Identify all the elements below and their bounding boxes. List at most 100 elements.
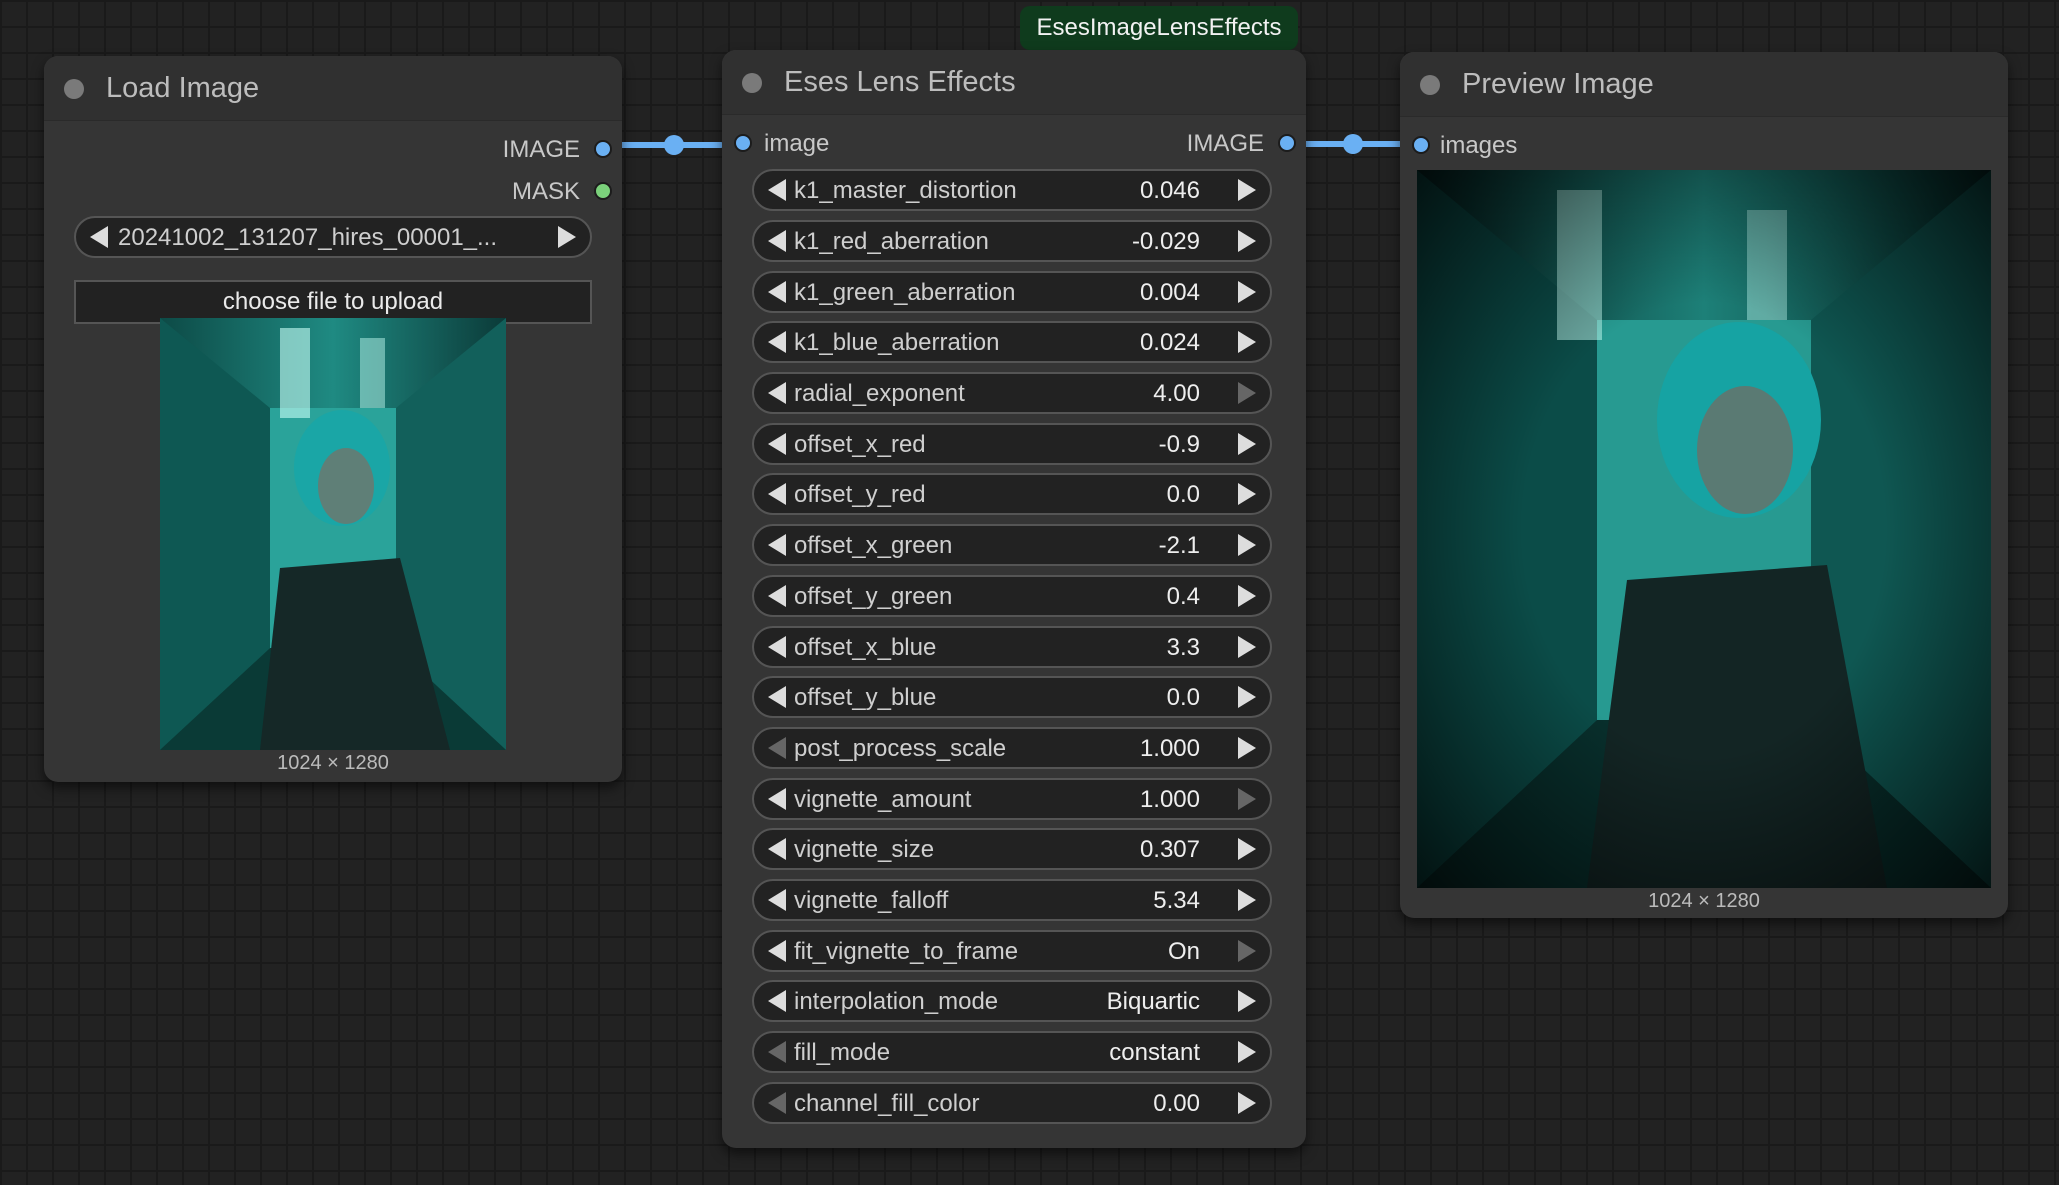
node-header[interactable]: Eses Lens Effects bbox=[722, 50, 1306, 115]
widget-value[interactable]: 4.00 bbox=[1153, 380, 1200, 408]
increment-arrow-icon[interactable] bbox=[1238, 281, 1256, 303]
increment-arrow-icon[interactable] bbox=[1238, 230, 1256, 252]
decrement-arrow-icon[interactable] bbox=[768, 788, 786, 810]
input-slot-image[interactable] bbox=[734, 134, 752, 152]
widget-value[interactable]: Biquartic bbox=[1107, 988, 1200, 1016]
widget-value[interactable]: 0.00 bbox=[1153, 1090, 1200, 1118]
widget-vignette-falloff[interactable]: vignette_falloff 5.34 bbox=[752, 879, 1272, 921]
widget-radial-exponent[interactable]: radial_exponent 4.00 bbox=[752, 372, 1272, 414]
widget-k1-red-aberration[interactable]: k1_red_aberration -0.029 bbox=[752, 220, 1272, 262]
increment-arrow-icon[interactable] bbox=[1238, 889, 1256, 911]
widget-name: offset_y_blue bbox=[794, 684, 937, 711]
widget-value[interactable]: 0.0 bbox=[1167, 481, 1200, 509]
link-midpoint-knob[interactable] bbox=[1343, 134, 1363, 154]
decrement-arrow-icon[interactable] bbox=[768, 585, 786, 607]
widget-interpolation-mode[interactable]: interpolation_mode Biquartic bbox=[752, 980, 1272, 1022]
widget-value[interactable]: 0.4 bbox=[1167, 583, 1200, 611]
widget-value[interactable]: 0.307 bbox=[1140, 836, 1200, 864]
increment-arrow-icon[interactable] bbox=[1238, 433, 1256, 455]
image-file-select[interactable]: 20241002_131207_hires_00001_... bbox=[74, 216, 592, 258]
decrement-arrow-icon[interactable] bbox=[768, 737, 786, 759]
preview-image-node[interactable]: Preview Image images 1024 × 1280 bbox=[1400, 52, 2008, 918]
increment-arrow-icon[interactable] bbox=[1238, 636, 1256, 658]
widget-value[interactable]: constant bbox=[1109, 1039, 1200, 1067]
increment-arrow-icon[interactable] bbox=[1238, 534, 1256, 556]
node-header[interactable]: Preview Image bbox=[1400, 52, 2008, 117]
widget-name: vignette_size bbox=[794, 836, 935, 863]
link-midpoint-knob[interactable] bbox=[664, 135, 684, 155]
chevron-left-icon[interactable] bbox=[90, 226, 108, 248]
widget-offset-y-blue[interactable]: offset_y_blue 0.0 bbox=[752, 676, 1272, 718]
decrement-arrow-icon[interactable] bbox=[768, 636, 786, 658]
chevron-right-icon[interactable] bbox=[558, 226, 576, 248]
increment-arrow-icon[interactable] bbox=[1238, 838, 1256, 860]
increment-arrow-icon[interactable] bbox=[1238, 737, 1256, 759]
increment-arrow-icon[interactable] bbox=[1238, 331, 1256, 353]
decrement-arrow-icon[interactable] bbox=[768, 382, 786, 404]
collapse-dot-icon[interactable] bbox=[64, 79, 84, 99]
decrement-arrow-icon[interactable] bbox=[768, 230, 786, 252]
widget-value[interactable]: On bbox=[1168, 938, 1200, 966]
lens-effects-node[interactable]: Eses Lens Effects image IMAGE k1_master_… bbox=[722, 50, 1306, 1148]
widget-offset-y-green[interactable]: offset_y_green 0.4 bbox=[752, 575, 1272, 617]
widget-channel-fill-color[interactable]: channel_fill_color 0.00 bbox=[752, 1082, 1272, 1124]
decrement-arrow-icon[interactable] bbox=[768, 838, 786, 860]
increment-arrow-icon[interactable] bbox=[1238, 483, 1256, 505]
widget-value[interactable]: 0.046 bbox=[1140, 177, 1200, 205]
decrement-arrow-icon[interactable] bbox=[768, 483, 786, 505]
output-slot-mask[interactable] bbox=[594, 182, 612, 200]
decrement-arrow-icon[interactable] bbox=[768, 534, 786, 556]
widget-post-process-scale[interactable]: post_process_scale 1.000 bbox=[752, 727, 1272, 769]
increment-arrow-icon[interactable] bbox=[1238, 382, 1256, 404]
widget-value[interactable]: -0.029 bbox=[1132, 228, 1200, 256]
node-header[interactable]: Load Image bbox=[44, 56, 622, 121]
widget-value[interactable]: 1.000 bbox=[1140, 735, 1200, 763]
widget-offset-x-green[interactable]: offset_x_green -2.1 bbox=[752, 524, 1272, 566]
widget-vignette-size[interactable]: vignette_size 0.307 bbox=[752, 828, 1272, 870]
widget-value[interactable]: 3.3 bbox=[1167, 634, 1200, 662]
decrement-arrow-icon[interactable] bbox=[768, 281, 786, 303]
widget-k1-master-distortion[interactable]: k1_master_distortion 0.046 bbox=[752, 169, 1272, 211]
widget-fit-vignette-to-frame[interactable]: fit_vignette_to_frame On bbox=[752, 930, 1272, 972]
increment-arrow-icon[interactable] bbox=[1238, 179, 1256, 201]
output-slot-image[interactable] bbox=[1278, 134, 1296, 152]
input-slot-images[interactable] bbox=[1412, 136, 1430, 154]
increment-arrow-icon[interactable] bbox=[1238, 1041, 1256, 1063]
widget-value[interactable]: 5.34 bbox=[1153, 887, 1200, 915]
increment-arrow-icon[interactable] bbox=[1238, 990, 1256, 1012]
collapse-dot-icon[interactable] bbox=[1420, 75, 1440, 95]
increment-arrow-icon[interactable] bbox=[1238, 585, 1256, 607]
widget-value[interactable]: 0.004 bbox=[1140, 279, 1200, 307]
load-image-node[interactable]: Load Image IMAGE MASK 20241002_131207_hi… bbox=[44, 56, 622, 782]
decrement-arrow-icon[interactable] bbox=[768, 940, 786, 962]
widget-value[interactable]: -2.1 bbox=[1159, 532, 1200, 560]
decrement-arrow-icon[interactable] bbox=[768, 331, 786, 353]
increment-arrow-icon[interactable] bbox=[1238, 686, 1256, 708]
increment-arrow-icon[interactable] bbox=[1238, 1092, 1256, 1114]
widget-value[interactable]: 0.0 bbox=[1167, 684, 1200, 712]
increment-arrow-icon[interactable] bbox=[1238, 940, 1256, 962]
widget-fill-mode[interactable]: fill_mode constant bbox=[752, 1031, 1272, 1073]
widget-vignette-amount[interactable]: vignette_amount 1.000 bbox=[752, 778, 1272, 820]
widget-offset-x-red[interactable]: offset_x_red -0.9 bbox=[752, 423, 1272, 465]
widget-k1-blue-aberration[interactable]: k1_blue_aberration 0.024 bbox=[752, 321, 1272, 363]
decrement-arrow-icon[interactable] bbox=[768, 179, 786, 201]
increment-arrow-icon[interactable] bbox=[1238, 788, 1256, 810]
output-label-image: IMAGE bbox=[1186, 130, 1264, 157]
decrement-arrow-icon[interactable] bbox=[768, 686, 786, 708]
group-badge[interactable]: EsesImageLensEffects bbox=[1020, 6, 1298, 50]
output-slot-image[interactable] bbox=[594, 140, 612, 158]
widget-offset-y-red[interactable]: offset_y_red 0.0 bbox=[752, 473, 1272, 515]
collapse-dot-icon[interactable] bbox=[742, 73, 762, 93]
decrement-arrow-icon[interactable] bbox=[768, 889, 786, 911]
widget-name: k1_master_distortion bbox=[794, 177, 1017, 204]
decrement-arrow-icon[interactable] bbox=[768, 1092, 786, 1114]
widget-value[interactable]: -0.9 bbox=[1159, 431, 1200, 459]
decrement-arrow-icon[interactable] bbox=[768, 1041, 786, 1063]
widget-value[interactable]: 0.024 bbox=[1140, 329, 1200, 357]
widget-offset-x-blue[interactable]: offset_x_blue 3.3 bbox=[752, 626, 1272, 668]
decrement-arrow-icon[interactable] bbox=[768, 990, 786, 1012]
widget-value[interactable]: 1.000 bbox=[1140, 786, 1200, 814]
decrement-arrow-icon[interactable] bbox=[768, 433, 786, 455]
widget-k1-green-aberration[interactable]: k1_green_aberration 0.004 bbox=[752, 271, 1272, 313]
